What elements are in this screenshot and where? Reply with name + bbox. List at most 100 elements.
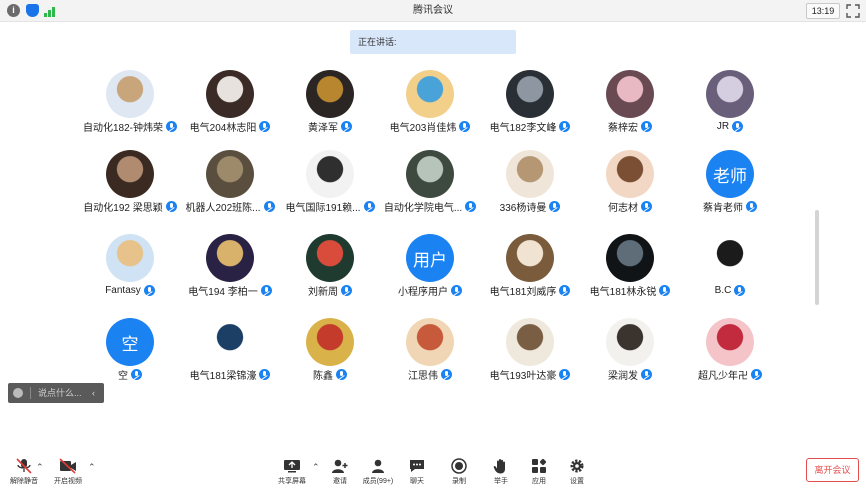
avatar bbox=[706, 318, 754, 366]
start-video-button[interactable]: 开启视频 bbox=[46, 458, 90, 488]
participant-name: 336杨诗曼 bbox=[499, 202, 547, 214]
microphone-icon bbox=[734, 284, 746, 296]
participant-name-row: JR bbox=[650, 119, 810, 133]
participant-name: 陈鑫 bbox=[313, 370, 333, 382]
participant-name: 电气194 李柏一 bbox=[188, 286, 258, 298]
participant-name: Fantasy bbox=[105, 284, 141, 296]
microphone-icon bbox=[746, 200, 757, 212]
microphone-icon bbox=[732, 120, 744, 132]
participant-tile[interactable]: 电气193叶达豪 bbox=[480, 318, 580, 393]
chat-placeholder: 说点什么... bbox=[38, 388, 82, 398]
participant-name: B.C bbox=[714, 284, 732, 296]
participant-tile[interactable]: 机器人202班陈... bbox=[180, 150, 280, 225]
collapse-icon[interactable]: ‹ bbox=[92, 383, 95, 403]
avatar bbox=[606, 150, 654, 198]
participant-name-row: 超凡少年卍 bbox=[650, 367, 810, 382]
participant-tile[interactable]: 自动化学院电气... bbox=[380, 150, 480, 225]
chevron-up-icon[interactable]: ⌃ bbox=[88, 462, 96, 473]
avatar-text: 空 bbox=[106, 318, 154, 366]
participant-tile[interactable]: 江思伟 bbox=[380, 318, 480, 393]
participant-tile[interactable]: 刘新周 bbox=[280, 234, 380, 309]
scrollbar[interactable] bbox=[815, 210, 819, 305]
participant-tile[interactable]: 电气194 李柏一 bbox=[180, 234, 280, 309]
participant-name: 电气181刘威序 bbox=[489, 286, 557, 298]
participant-name: 空 bbox=[118, 370, 128, 382]
avatar bbox=[206, 234, 254, 282]
avatar bbox=[106, 70, 154, 118]
avatar bbox=[706, 234, 754, 282]
avatar bbox=[206, 70, 254, 118]
participant-name: 电气181林永锐 bbox=[589, 286, 657, 298]
participant-tile[interactable]: 电气203肖佳炜 bbox=[380, 70, 480, 145]
avatar bbox=[306, 150, 354, 198]
avatar bbox=[306, 70, 354, 118]
avatar bbox=[506, 70, 554, 118]
start-video-label: 开启视频 bbox=[54, 478, 82, 485]
avatar bbox=[706, 70, 754, 118]
participant-name: 电气204林志阳 bbox=[189, 122, 257, 134]
emoji-icon[interactable] bbox=[13, 388, 23, 398]
participant-name: 电气181梁锦濠 bbox=[189, 370, 257, 382]
participant-tile[interactable]: 电气181刘威序 bbox=[480, 234, 580, 309]
members-button[interactable]: 成员(99+) bbox=[356, 458, 400, 488]
divider bbox=[30, 387, 31, 399]
microphone-icon bbox=[336, 368, 347, 380]
participant-name: 电气182李文峰 bbox=[489, 122, 557, 134]
participant-tile[interactable]: Fantasy bbox=[80, 234, 180, 309]
participant-tile[interactable]: 336杨诗曼 bbox=[480, 150, 580, 225]
apps-icon bbox=[532, 458, 547, 473]
participant-tile[interactable]: 电气182李文峰 bbox=[480, 70, 580, 145]
participant-name: 电气203肖佳炜 bbox=[389, 122, 457, 134]
participant-tile[interactable]: 蔡梓宏 bbox=[580, 70, 680, 145]
leave-meeting-button[interactable]: 离开会议 bbox=[806, 458, 859, 482]
participant-tile[interactable]: B.C bbox=[680, 234, 780, 309]
participant-tile[interactable]: 黄泽军 bbox=[280, 70, 380, 145]
microphone-muted-icon bbox=[16, 458, 32, 474]
video-off-icon bbox=[59, 458, 76, 474]
participant-tile[interactable]: 用户 小程序用户 bbox=[380, 234, 480, 309]
participant-tile[interactable]: 超凡少年卍 bbox=[680, 318, 780, 393]
participant-name: 超凡少年卍 bbox=[698, 370, 748, 382]
participant-tile[interactable]: 老师 蔡肯老师 bbox=[680, 150, 780, 225]
participant-name: 何志材 bbox=[608, 202, 638, 214]
share-screen-button[interactable]: 共享屏幕 bbox=[270, 458, 314, 488]
avatar-text: 用户 bbox=[406, 234, 454, 282]
chat-button[interactable]: 聊天 bbox=[395, 458, 439, 488]
chevron-up-icon[interactable]: ⌃ bbox=[36, 462, 44, 473]
settings-button[interactable]: 设置 bbox=[555, 458, 599, 488]
gear-icon bbox=[570, 459, 584, 473]
participant-tile[interactable]: 陈鑫 bbox=[280, 318, 380, 393]
record-icon bbox=[451, 458, 467, 474]
chat-input[interactable]: 说点什么... ‹ bbox=[8, 383, 104, 403]
participant-tile[interactable]: 电气181林永锐 bbox=[580, 234, 680, 309]
participant-name-row: B.C bbox=[650, 283, 810, 297]
share-screen-icon bbox=[284, 460, 300, 473]
participant-name: 梁润发 bbox=[608, 370, 638, 382]
participant-tile[interactable]: 电气204林志阳 bbox=[180, 70, 280, 145]
participant-tile[interactable]: 何志材 bbox=[580, 150, 680, 225]
record-button[interactable]: 录制 bbox=[437, 458, 481, 488]
participant-name: 黄泽军 bbox=[308, 122, 338, 134]
avatar-text: 老师 bbox=[706, 150, 754, 198]
participant-tile[interactable]: 自动化192 梁思颖 bbox=[80, 150, 180, 225]
participant-tile[interactable]: 梁润发 bbox=[580, 318, 680, 393]
avatar bbox=[206, 150, 254, 198]
participant-tile[interactable]: 电气181梁锦濠 bbox=[180, 318, 280, 393]
participant-tile[interactable]: 电气国际191赖... bbox=[280, 150, 380, 225]
participant-tile[interactable]: JR bbox=[680, 70, 780, 145]
avatar bbox=[506, 150, 554, 198]
participant-name: 蔡肯老师 bbox=[703, 202, 743, 214]
microphone-icon bbox=[751, 368, 762, 380]
unmute-label: 解除静音 bbox=[10, 478, 38, 485]
members-icon bbox=[372, 459, 384, 473]
participant-tile[interactable]: 空空 bbox=[80, 318, 180, 393]
avatar bbox=[306, 318, 354, 366]
participant-name: 电气193叶达豪 bbox=[489, 370, 557, 382]
microphone-icon bbox=[131, 368, 142, 380]
hand-icon bbox=[493, 459, 505, 474]
avatar bbox=[606, 234, 654, 282]
participant-tile[interactable]: 自动化182-钟炜荣 bbox=[80, 70, 180, 145]
avatar bbox=[406, 318, 454, 366]
settings-label: 设置 bbox=[570, 478, 584, 485]
avatar bbox=[506, 234, 554, 282]
